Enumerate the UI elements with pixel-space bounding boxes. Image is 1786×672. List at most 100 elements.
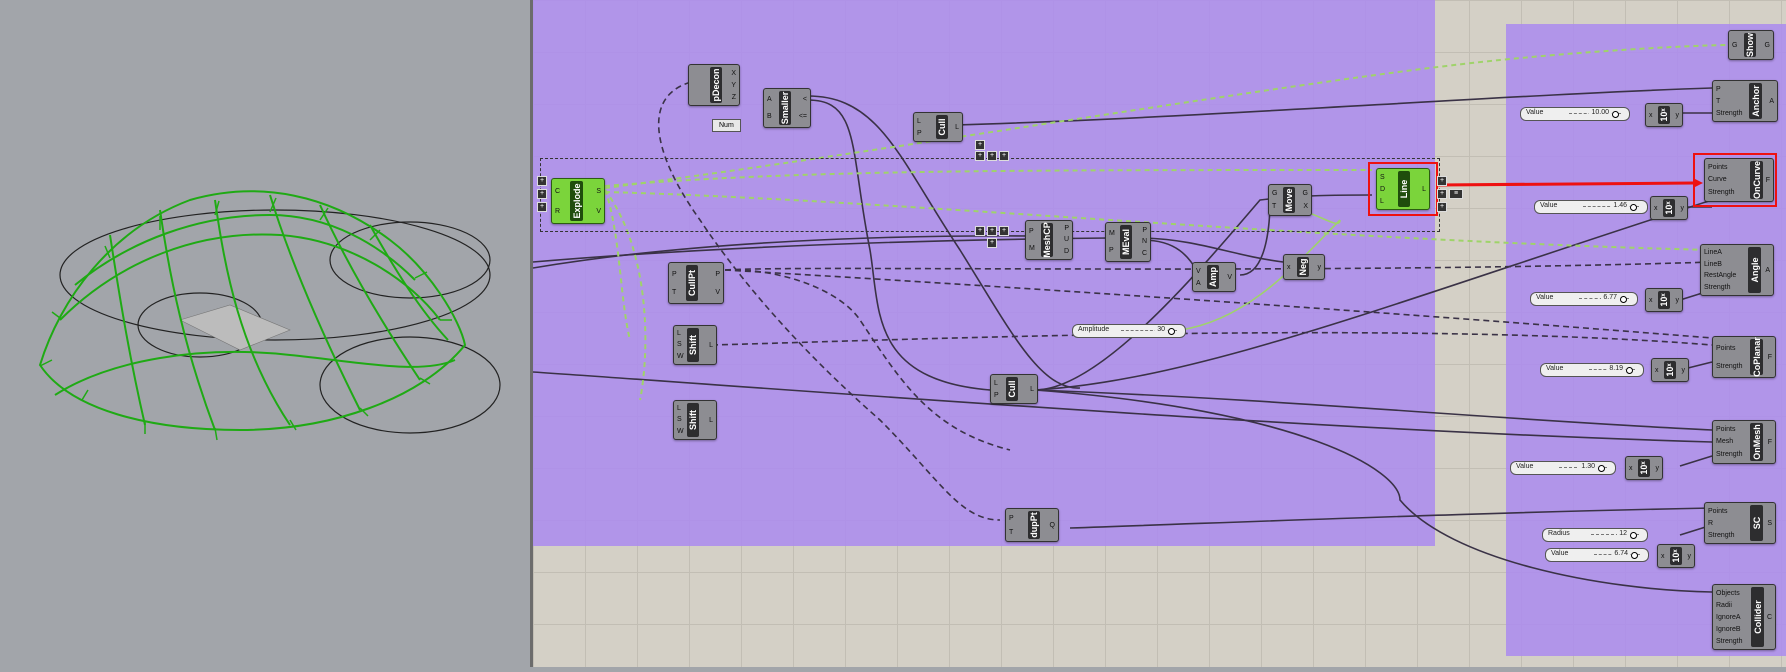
- pdecon-component[interactable]: pDecon XYZ: [688, 64, 740, 106]
- angle-goal-component[interactable]: LineA LineB RestAngle Strength Angle A: [1700, 244, 1774, 296]
- zui-plus-c[interactable]: +: [987, 151, 997, 161]
- meval-input-p[interactable]: P: [1109, 247, 1115, 254]
- meval-component[interactable]: MP MEval PNC: [1105, 222, 1151, 262]
- coplanar-goal-component[interactable]: Points Strength CoPlanar F: [1712, 336, 1776, 378]
- explode-output-s[interactable]: S: [596, 188, 601, 195]
- anchor-goal-component[interactable]: P T Strength Anchor A: [1712, 80, 1778, 122]
- meshcp-input-p[interactable]: P: [1029, 228, 1035, 235]
- cullpt-input-t[interactable]: T: [672, 289, 677, 296]
- cull-mid-output-l[interactable]: L: [1030, 386, 1034, 393]
- move-output-g[interactable]: G: [1303, 190, 1308, 197]
- meval-output-p[interactable]: P: [1142, 227, 1147, 234]
- amp-output-v[interactable]: V: [1227, 274, 1232, 281]
- angle-input-linea[interactable]: LineA: [1704, 249, 1736, 256]
- cullpt-input-p[interactable]: P: [672, 271, 677, 278]
- collider-input-radii[interactable]: Radii: [1716, 602, 1742, 609]
- amp-input-v[interactable]: V: [1196, 268, 1201, 275]
- meval-output-n[interactable]: N: [1142, 238, 1147, 245]
- cull-top-input-p[interactable]: P: [917, 130, 922, 137]
- meval-output-c[interactable]: C: [1142, 250, 1147, 257]
- onmesh-slider-knob[interactable]: [1598, 465, 1605, 472]
- zui-plus-e[interactable]: +: [975, 226, 985, 236]
- coplanar-output-f[interactable]: F: [1768, 354, 1772, 361]
- meshcp-output-d[interactable]: D: [1064, 248, 1069, 255]
- angle-input-strength[interactable]: Strength: [1704, 284, 1736, 291]
- power-of-ten-component-5[interactable]: x 10ˣ y: [1625, 456, 1663, 480]
- meshcp-output-p[interactable]: P: [1064, 225, 1069, 232]
- anchor-strength-slider[interactable]: Value 10.00: [1520, 107, 1630, 121]
- zui-plus-a[interactable]: +: [975, 140, 985, 150]
- shift2-input-s[interactable]: S: [677, 416, 684, 423]
- pdecon-output-z[interactable]: Z: [731, 94, 736, 101]
- collider-goal-component[interactable]: Objects Radii IgnoreA IgnoreB Strength Colli…: [1712, 584, 1776, 650]
- meshcp-component[interactable]: PM MeshCP PUD: [1025, 220, 1073, 260]
- duppt-component[interactable]: PT dupPt Q: [1005, 508, 1059, 542]
- collider-input-objects[interactable]: Objects: [1716, 590, 1742, 597]
- meshcp-output-u[interactable]: U: [1064, 236, 1069, 243]
- angle-input-lineb[interactable]: LineB: [1704, 261, 1736, 268]
- radius-slider[interactable]: Radius 12: [1542, 528, 1648, 542]
- shift-list-component-2[interactable]: LSW Shift L: [673, 400, 717, 440]
- pow6-output-y[interactable]: y: [1688, 553, 1692, 560]
- smaller-output-lesseq[interactable]: <=: [799, 113, 807, 120]
- angle-input-restangle[interactable]: RestAngle: [1704, 272, 1736, 279]
- move-component[interactable]: GT Move GX: [1268, 184, 1312, 216]
- pow1-input-x[interactable]: x: [1649, 112, 1653, 119]
- cull-top-input-l[interactable]: L: [917, 118, 922, 125]
- sc-strength-slider[interactable]: Value 6.74: [1545, 548, 1649, 562]
- oncurve-slider-knob[interactable]: [1630, 204, 1637, 211]
- meval-input-m[interactable]: M: [1109, 230, 1115, 237]
- move-input-g[interactable]: G: [1272, 190, 1277, 197]
- onmesh-goal-component[interactable]: Points Mesh Strength OnMesh F: [1712, 420, 1776, 464]
- cull-mid-input-l[interactable]: L: [994, 380, 999, 387]
- zui-plus-d[interactable]: +: [999, 151, 1009, 161]
- pdecon-output-x[interactable]: X: [731, 70, 736, 77]
- zui-plus-line-3[interactable]: +: [1437, 202, 1447, 212]
- anchor-input-p[interactable]: P: [1716, 86, 1742, 93]
- explode-output-v[interactable]: V: [596, 208, 601, 215]
- explode-input-c[interactable]: C: [555, 188, 560, 195]
- cull-top-output-l[interactable]: L: [955, 124, 959, 131]
- pow5-output-y[interactable]: y: [1656, 465, 1660, 472]
- amplitude-slider[interactable]: Amplitude 30: [1072, 324, 1186, 338]
- neg-output-y[interactable]: y: [1318, 264, 1322, 271]
- angle-strength-slider[interactable]: Value 6.77: [1530, 292, 1638, 306]
- sc-goal-component[interactable]: Points R Strength SC S: [1704, 502, 1776, 544]
- pow4-output-y[interactable]: y: [1682, 367, 1686, 374]
- collider-input-ignorea[interactable]: IgnoreA: [1716, 614, 1742, 621]
- power-of-ten-component-1[interactable]: x 10ˣ y: [1645, 103, 1683, 127]
- shift2-output-l[interactable]: L: [709, 417, 713, 424]
- cullpt-component[interactable]: P T CullPt P V: [668, 262, 724, 304]
- pow5-input-x[interactable]: x: [1629, 465, 1633, 472]
- coplanar-input-strength[interactable]: Strength: [1716, 363, 1742, 370]
- show-input-g[interactable]: G: [1732, 42, 1737, 49]
- radius-slider-knob[interactable]: [1630, 532, 1637, 539]
- pow4-input-x[interactable]: x: [1655, 367, 1659, 374]
- power-of-ten-component-2[interactable]: x 10ˣ y: [1650, 196, 1688, 220]
- onmesh-input-mesh[interactable]: Mesh: [1716, 438, 1742, 445]
- angle-output-a[interactable]: A: [1765, 267, 1770, 274]
- collider-input-ignoreb[interactable]: IgnoreB: [1716, 626, 1742, 633]
- show-output-g[interactable]: G: [1765, 42, 1770, 49]
- angle-slider-knob[interactable]: [1620, 296, 1627, 303]
- zui-plus-h[interactable]: +: [987, 238, 997, 248]
- meshcp-input-m[interactable]: M: [1029, 245, 1035, 252]
- smaller-output-less[interactable]: <: [799, 96, 807, 103]
- pdecon-output-y[interactable]: Y: [731, 82, 736, 89]
- duppt-input-t[interactable]: T: [1009, 529, 1014, 536]
- pow3-input-x[interactable]: x: [1649, 297, 1653, 304]
- anchor-output-a[interactable]: A: [1769, 98, 1774, 105]
- zui-add-button-1[interactable]: +: [537, 176, 547, 186]
- sc-slider-knob[interactable]: [1631, 552, 1638, 559]
- cull-pattern-component-top[interactable]: LP Cull L: [913, 112, 963, 142]
- zui-list-icon[interactable]: ≡: [1449, 189, 1463, 199]
- zui-add-button-2[interactable]: +: [537, 189, 547, 199]
- coplanar-input-points[interactable]: Points: [1716, 345, 1742, 352]
- anchor-input-strength[interactable]: Strength: [1716, 110, 1742, 117]
- rhino-viewport[interactable]: [0, 0, 530, 667]
- onmesh-input-strength[interactable]: Strength: [1716, 451, 1742, 458]
- oncurve-strength-slider[interactable]: Value 1.46: [1534, 200, 1648, 214]
- coplanar-strength-slider[interactable]: Value 8.19: [1540, 363, 1644, 377]
- explode-input-r[interactable]: R: [555, 208, 560, 215]
- sc-output-s[interactable]: S: [1767, 520, 1772, 527]
